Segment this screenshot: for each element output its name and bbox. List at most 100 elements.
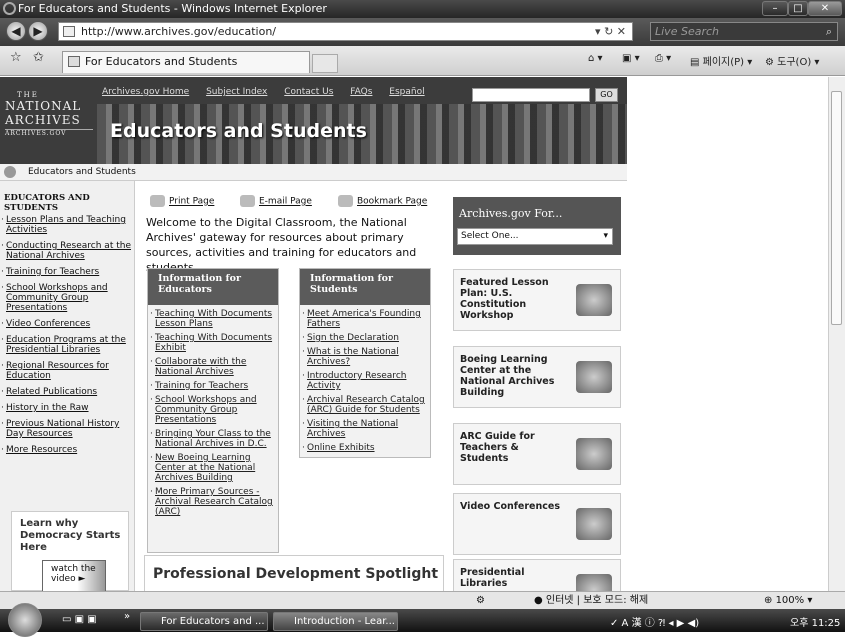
window-title-bar: For Educators and Students - Windows Int… — [0, 0, 845, 18]
students-link[interactable]: Visiting the National Archives — [300, 417, 430, 441]
students-link[interactable]: Meet America's Founding Fathers — [300, 307, 430, 331]
scroll-thumb[interactable] — [831, 91, 842, 325]
audience-select[interactable]: Select One... ▾ — [457, 228, 613, 245]
sidebar-item-more-resources[interactable]: More Resources — [0, 445, 134, 455]
sidebar-item-conducting-research[interactable]: Conducting Research at the National Arch… — [0, 241, 134, 261]
email-page-link[interactable]: E-mail Page — [240, 195, 312, 207]
page-menu[interactable]: ▤ 페이지(P) ▾ — [690, 53, 752, 68]
right-column: Archives.gov For... Select One... ▾ Feat… — [451, 181, 628, 591]
chevron-icon[interactable]: » — [124, 611, 130, 622]
status-bar: ⚙ ● 인터넷 | 보호 모드: 해제 ⊕ 100% ▾ — [0, 591, 845, 609]
students-link[interactable]: Introductory Research Activity — [300, 369, 430, 393]
feature-label: Boeing Learning Center at the National A… — [460, 354, 555, 398]
students-link[interactable]: Online Exhibits — [300, 441, 430, 455]
email-icon — [240, 195, 255, 207]
computer-icon — [576, 438, 612, 470]
tab-page-icon — [68, 56, 80, 67]
back-button[interactable]: ◀ — [6, 21, 26, 41]
page-title: Educators and Students — [110, 120, 367, 142]
archives-for-heading: Archives.gov For... — [459, 207, 563, 220]
sidebar-item-regional-resources[interactable]: Regional Resources for Education — [0, 361, 134, 381]
clock[interactable]: 오후 11:25 — [790, 614, 840, 629]
feature-arc-guide[interactable]: ARC Guide for Teachers & Students — [453, 423, 621, 485]
quick-launch-icons[interactable]: ▭ ▣ ▣ — [62, 614, 97, 625]
nav-espanol[interactable]: Español — [389, 87, 424, 97]
minimize-button[interactable]: – — [762, 1, 788, 16]
add-favorites-icon[interactable]: ✩ — [33, 50, 44, 65]
feature-boeing-center[interactable]: Boeing Learning Center at the National A… — [453, 346, 621, 408]
educators-link[interactable]: Teaching With Documents Exhibit — [148, 331, 278, 355]
sidebar-item-workshops[interactable]: School Workshops and Community Group Pre… — [0, 283, 134, 313]
seal-icon — [576, 574, 612, 591]
democracy-promo[interactable]: Learn why Democracy Starts Here watch th… — [11, 511, 129, 591]
close-button[interactable]: ✕ — [808, 1, 842, 16]
educators-link[interactable]: Collaborate with the National Archives — [148, 355, 278, 379]
ie-icon — [3, 2, 16, 15]
educators-link[interactable]: School Workshops and Community Group Pre… — [148, 393, 278, 427]
bookmark-star-icon — [338, 195, 353, 207]
address-bar[interactable]: http://www.archives.gov/education/ ▾ ↻ ✕ — [58, 22, 633, 41]
forward-button[interactable]: ▶ — [28, 21, 48, 41]
breadcrumb-current[interactable]: Educators and Students — [28, 167, 136, 177]
address-url: http://www.archives.gov/education/ — [81, 25, 276, 38]
print-icon[interactable]: ⎙ ▾ — [655, 53, 671, 64]
nav-contact-us[interactable]: Contact Us — [284, 87, 333, 97]
sidebar-item-presidential-libraries[interactable]: Education Programs at the Presidential L… — [0, 335, 134, 355]
professional-development-spotlight: Professional Development Spotlight — [144, 555, 444, 591]
home-icon[interactable]: ⌂ ▾ — [588, 53, 603, 64]
nav-subject-index[interactable]: Subject Index — [206, 87, 267, 97]
students-link[interactable]: What is the National Archives? — [300, 345, 430, 369]
educators-link[interactable]: More Primary Sources - Archival Research… — [148, 485, 278, 519]
educators-link[interactable]: Training for Teachers — [148, 379, 278, 393]
students-link[interactable]: Archival Research Catalog (ARC) Guide fo… — [300, 393, 430, 417]
tab-current[interactable]: For Educators and Students — [62, 51, 310, 73]
go-button[interactable]: GO — [595, 88, 618, 102]
maximize-button[interactable]: □ — [788, 1, 808, 16]
sidebar-item-related-publications[interactable]: Related Publications — [0, 387, 134, 397]
building-icon — [576, 361, 612, 393]
sidebar-item-lesson-plans[interactable]: Lesson Plans and Teaching Activities — [0, 215, 134, 235]
new-tab-button[interactable] — [312, 54, 338, 73]
educators-link[interactable]: Teaching With Documents Lesson Plans — [148, 307, 278, 331]
task-educators[interactable]: For Educators and ... — [140, 612, 268, 631]
tray-icons[interactable]: ✓ A 漢 ⓘ ⁈ ◂ ▶ ◀) — [610, 614, 699, 629]
camera-icon — [576, 508, 612, 540]
sidebar-item-history-raw[interactable]: History in the Raw — [0, 403, 134, 413]
nav-faqs[interactable]: FAQs — [350, 87, 372, 97]
bookmark-page-link[interactable]: Bookmark Page — [338, 195, 427, 207]
feature-label: Featured Lesson Plan: U.S. Constitution … — [460, 277, 549, 321]
favorites-star-icon[interactable]: ☆ — [10, 50, 22, 65]
window-title: For Educators and Students - Windows Int… — [18, 2, 327, 15]
educators-link[interactable]: Bringing Your Class to the National Arch… — [148, 427, 278, 451]
home-icon[interactable] — [4, 166, 16, 178]
nav-archives-home[interactable]: Archives.gov Home — [102, 87, 189, 97]
feature-constitution-workshop[interactable]: Featured Lesson Plan: U.S. Constitution … — [453, 269, 621, 331]
address-row: ◀ ▶ http://www.archives.gov/education/ ▾… — [0, 18, 845, 46]
site-header: THE NATIONAL ARCHIVES ARCHIVES.GOV Archi… — [0, 77, 627, 164]
live-search-input[interactable]: Live Search ⌕ — [650, 22, 838, 41]
sidebar-item-video-conferences[interactable]: Video Conferences — [0, 319, 134, 329]
search-icon[interactable]: ⌕ — [826, 23, 832, 40]
feeds-icon[interactable]: ▣ ▾ — [622, 53, 640, 64]
tools-menu[interactable]: ⚙ 도구(O) ▾ — [765, 53, 819, 68]
task-introduction[interactable]: Introduction - Lear... — [273, 612, 398, 631]
sidebar-item-history-day[interactable]: Previous National History Day Resources — [0, 419, 134, 439]
refresh-stop-icons[interactable]: ▾ ↻ ✕ — [595, 23, 626, 40]
print-page-link[interactable]: Print Page — [150, 195, 214, 207]
print-icon — [150, 195, 165, 207]
educators-link[interactable]: New Boeing Learning Center at the Nation… — [148, 451, 278, 485]
page-viewport: THE NATIONAL ARCHIVES ARCHIVES.GOV Archi… — [0, 77, 828, 591]
feature-label: Presidential Libraries — [460, 567, 525, 589]
feature-presidential-libraries[interactable]: Presidential Libraries — [453, 559, 621, 591]
educators-heading: Information for Educators — [148, 269, 278, 305]
feature-video-conferences[interactable]: Video Conferences — [453, 493, 621, 555]
students-box: Information for Students Meet America's … — [299, 268, 431, 458]
watch-video-button[interactable]: watch the video ► — [42, 560, 106, 591]
vertical-scrollbar[interactable] — [828, 77, 845, 591]
students-link[interactable]: Sign the Declaration — [300, 331, 430, 345]
sidebar-item-training[interactable]: Training for Teachers — [0, 267, 134, 277]
site-search-input[interactable] — [472, 88, 590, 102]
sidebar: EDUCATORS AND STUDENTS Lesson Plans and … — [0, 181, 135, 591]
zoom-control[interactable]: ⊕ 100% ▾ — [764, 592, 812, 609]
national-archives-logo[interactable]: THE NATIONAL ARCHIVES ARCHIVES.GOV — [5, 91, 97, 161]
